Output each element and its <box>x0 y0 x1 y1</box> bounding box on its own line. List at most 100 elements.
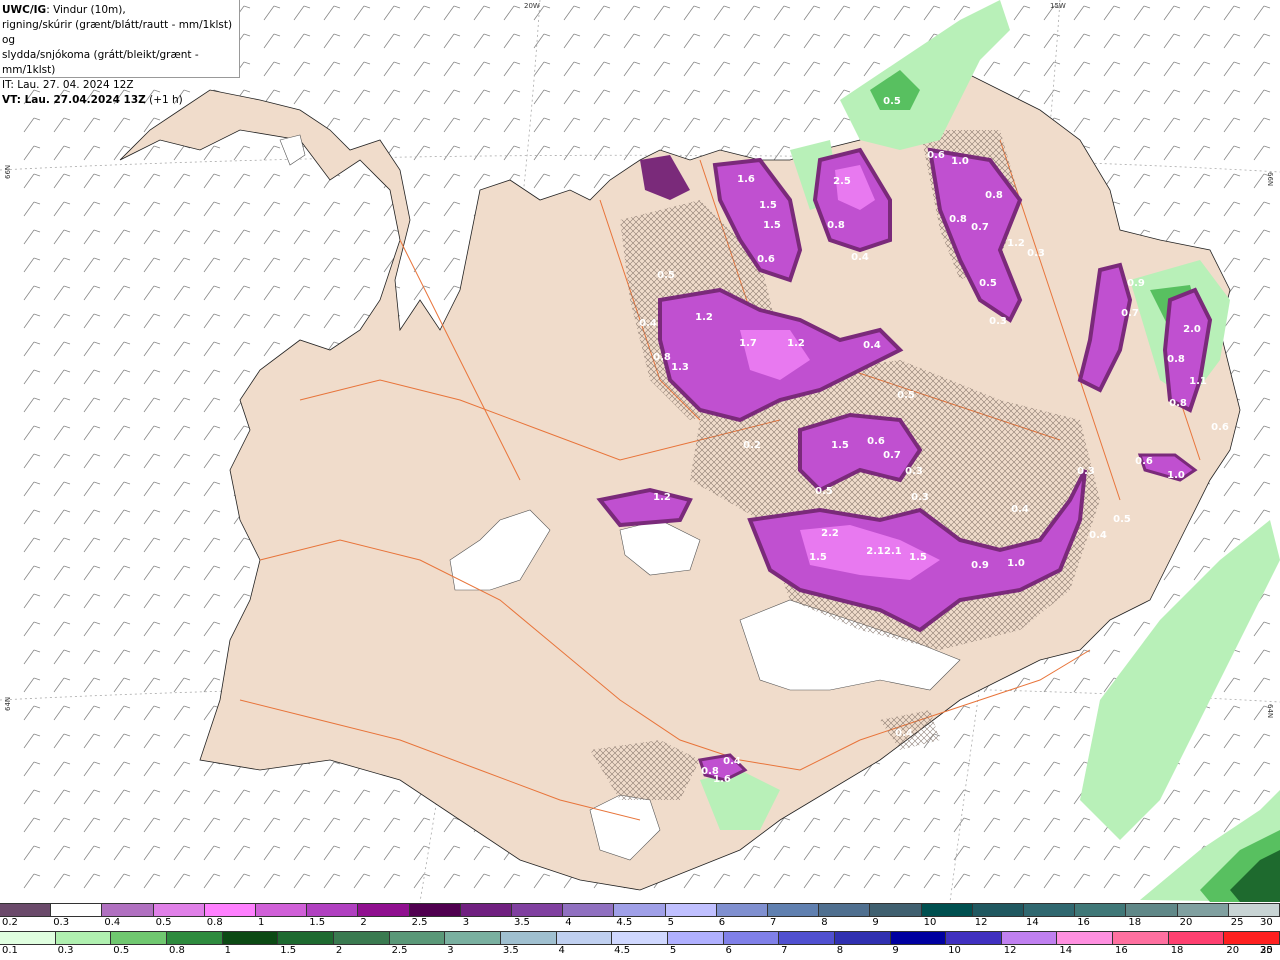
precip-value-label: 2.12.1 <box>866 546 901 557</box>
precip-value-label: 0.3 <box>1077 466 1095 477</box>
legend-swatch <box>819 904 871 916</box>
precip-value-label: 0.5 <box>657 270 675 281</box>
legend-label: 12 <box>974 917 988 928</box>
legend-label: 0.8 <box>206 917 223 928</box>
legend-label: 5 <box>667 917 674 928</box>
legend-label: 18 <box>1128 917 1142 928</box>
legend-swatch <box>1113 932 1169 944</box>
legend-swatch <box>51 904 103 916</box>
info-line-3: slydda/snjókoma (grátt/bleikt/grænt - mm… <box>2 49 199 76</box>
legend-swatch <box>779 932 835 944</box>
legend-label: 3.5 <box>514 917 530 928</box>
precipitation-wind-map: 20W 15W 66N 66N 64N 64N 0.5 1.6 1.5 1.5 0.6 2… <box>0 0 1280 902</box>
precip-value-label: 1.6 <box>737 174 755 185</box>
legend-label: 2 <box>335 945 343 956</box>
legend-swatch <box>563 904 615 916</box>
lat-64n-left-label: 64N <box>4 697 12 711</box>
issue-time: IT: Lau. 27. 04. 2024 12Z <box>2 79 134 91</box>
precip-value-label: 2.0 <box>1183 324 1201 335</box>
precip-value-label: 0.6 <box>1211 422 1229 433</box>
snow-legend-labels: 0.2 0.3 0.4 0.5 0.8 1 1.5 2 2.5 3 3.5 4 4.5 5 6 7 8 9 10 12… <box>0 917 1280 931</box>
lat-66n-right-label: 66N <box>1266 172 1274 186</box>
precip-value-label: 0.4 <box>851 252 869 263</box>
precip-value-label: 1.3 <box>671 362 689 373</box>
precip-value-label: 0.5 <box>815 486 833 497</box>
lat-64n-right-label: 64N <box>1266 704 1274 718</box>
legend-label: 9 <box>892 945 899 956</box>
legend-label: 0.3 <box>57 945 74 956</box>
precip-value-label: 0.4 <box>1089 530 1107 541</box>
precip-value-label: 0.5 <box>883 96 901 107</box>
precip-value-label: 0.8 <box>985 190 1003 201</box>
precip-value-label: 1.5 <box>809 552 827 563</box>
legend-swatch <box>500 932 557 944</box>
legend-label: 12 <box>1003 945 1017 956</box>
precip-value-label: 1.5 <box>759 200 777 211</box>
legend-label: 6 <box>718 917 726 928</box>
precip-value-label: 0.7 <box>1121 308 1139 319</box>
legend-label: 5 <box>669 945 677 956</box>
legend-swatch <box>278 932 334 944</box>
legend-swatch <box>1075 904 1127 916</box>
precip-value-label: 0.4 <box>639 318 657 329</box>
legend-label: 8 <box>836 945 844 956</box>
legend-label: 9 <box>872 917 879 928</box>
precip-value-label: 0.4 <box>863 340 881 351</box>
legend-swatch <box>256 904 308 916</box>
legend-label: 8 <box>821 917 828 928</box>
valid-time: VT: Lau. 27.04.2024 13Z <box>2 94 146 106</box>
legend-swatch <box>1228 904 1280 916</box>
precip-value-label: 0.7 <box>883 450 901 461</box>
legend-swatch <box>222 932 279 944</box>
model-name: UWC/IG <box>2 4 47 16</box>
legend-label: 0.1 <box>2 945 18 956</box>
legend-label: 3 <box>447 945 454 956</box>
legend-swatch <box>204 904 257 916</box>
legend-label: 0.3 <box>53 917 70 928</box>
info-line-2: rigning/skúrir (grænt/blátt/rautt - mm/1… <box>2 19 233 46</box>
precip-value-label: 0.8 <box>653 352 671 363</box>
legend-label: 4 <box>558 945 565 956</box>
precip-value-label: 1.0 <box>951 156 969 167</box>
legend-swatch <box>870 904 922 916</box>
precip-value-label: 0.4 <box>1011 504 1029 515</box>
legend-swatch <box>1224 932 1280 944</box>
rain-legend-labels: 0.1 0.3 0.5 0.8 1 1.5 2 2.5 3 3.5 4 4.5 5 6 7 8 9 10 12 14 1… <box>0 945 1280 959</box>
legend-label: 0.2 <box>2 917 18 928</box>
precip-value-label: 0.8 <box>1167 354 1185 365</box>
precip-value-label: 0.8 <box>1169 398 1187 409</box>
legend-label: 25 <box>1230 917 1244 928</box>
precip-value-label: 1.7 <box>739 338 757 349</box>
legend-label: 10 <box>923 917 937 928</box>
precip-value-label: 0.3 <box>1027 248 1045 259</box>
precip-value-label: 0.3 <box>911 492 929 503</box>
legend-label: 0.5 <box>113 945 130 956</box>
map-info-box: UWC/IG: Vindur (10m), rigning/skúrir (gr… <box>0 0 240 106</box>
precip-value-label: 1.2 <box>653 492 671 503</box>
legend-swatch <box>102 904 154 916</box>
precip-value-label: 0.6 <box>1135 456 1153 467</box>
legend-swatch <box>612 932 668 944</box>
legend-swatch <box>614 904 666 916</box>
legend-swatch <box>1177 904 1229 916</box>
legend-label: 7 <box>770 917 777 928</box>
legend-swatch <box>667 932 724 944</box>
legend-swatch <box>333 932 390 944</box>
precip-value-label: 0.8 <box>949 214 967 225</box>
legend-swatch <box>723 932 780 944</box>
precip-value-label: 0.5 <box>979 278 997 289</box>
precip-value-label: 0.3 <box>905 466 923 477</box>
legend-label: 6 <box>725 945 732 956</box>
legend-label: 0.4 <box>104 917 121 928</box>
legend-label: 4.5 <box>616 917 633 928</box>
precip-value-label: 0.4 <box>723 756 741 767</box>
valid-offset: (+1 h) <box>145 94 183 106</box>
legend-swatch <box>556 932 613 944</box>
legend-label: 0.5 <box>155 917 172 928</box>
precip-value-label: 0.8 <box>827 220 845 231</box>
legend-swatch <box>890 932 947 944</box>
legend-label: 16 <box>1077 917 1090 928</box>
legend-label: 3.5 <box>502 945 519 956</box>
legend-label: 2 <box>360 917 367 928</box>
legend-label: 10 <box>948 945 961 956</box>
